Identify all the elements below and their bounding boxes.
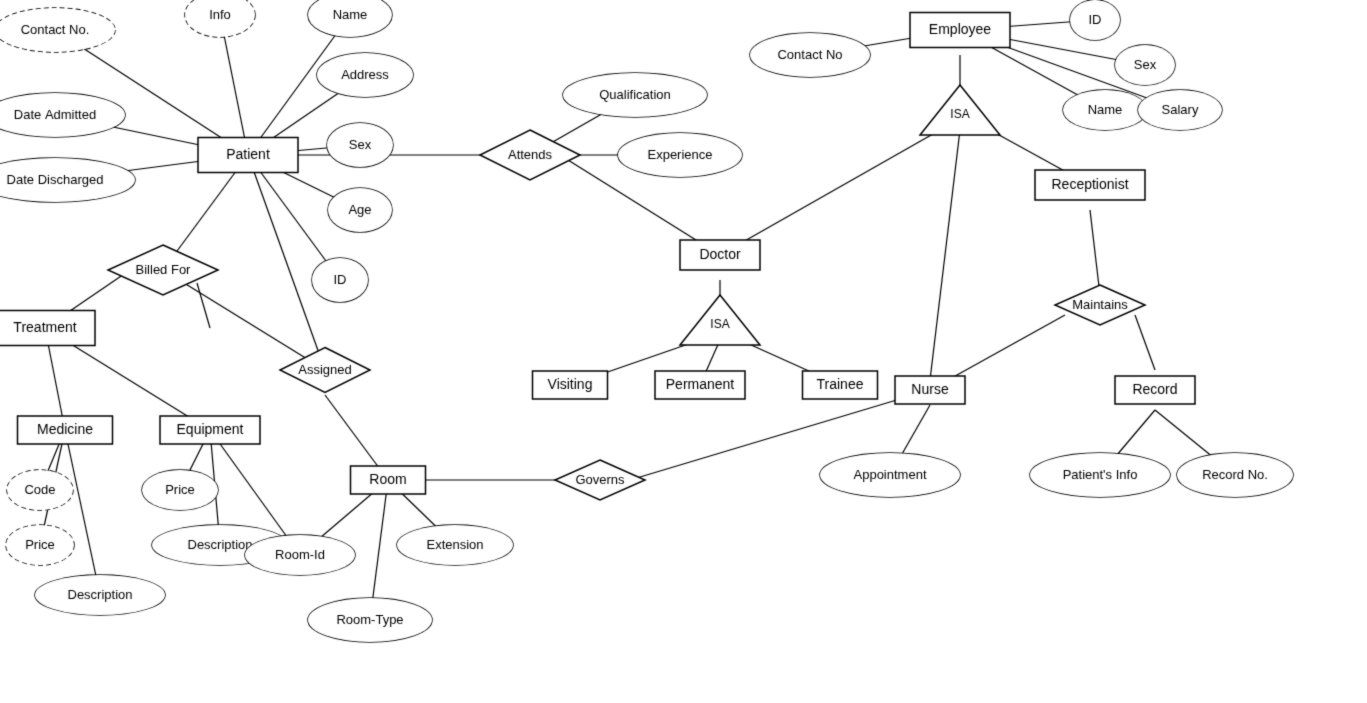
er-diagram-canvas [0, 0, 1367, 703]
